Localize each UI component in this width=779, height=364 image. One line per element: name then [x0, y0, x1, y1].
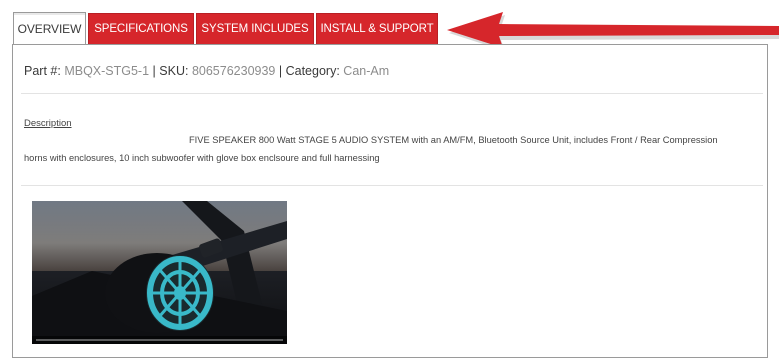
product-meta: Part #: MBQX-STG5-1 | SKU: 806576230939 …	[24, 64, 389, 78]
tab-overview[interactable]: OVERVIEW	[13, 12, 86, 45]
page: OVERVIEW SPECIFICATIONS SYSTEM INCLUDES …	[0, 0, 779, 364]
overview-panel: Part #: MBQX-STG5-1 | SKU: 806576230939 …	[12, 44, 768, 358]
sku-value: 806576230939	[191, 64, 276, 78]
divider	[21, 93, 763, 94]
divider	[21, 185, 763, 186]
tab-install-support[interactable]: INSTALL & SUPPORT	[316, 13, 438, 45]
product-video[interactable]	[32, 201, 287, 344]
speaker-pod-image	[32, 201, 287, 344]
description-heading: Description	[24, 118, 72, 129]
description-text-line-2: horns with enclosures, 10 inch subwoofer…	[24, 153, 380, 163]
part-label: Part #:	[24, 64, 61, 78]
tab-specifications[interactable]: SPECIFICATIONS	[88, 13, 194, 45]
separator: |	[278, 64, 283, 78]
category-label: Category:	[285, 64, 340, 78]
part-number: MBQX-STG5-1	[64, 64, 150, 78]
video-progress-track[interactable]	[36, 339, 283, 341]
sku-label: SKU:	[159, 64, 189, 78]
tab-system-includes[interactable]: SYSTEM INCLUDES	[196, 13, 314, 45]
separator: |	[152, 64, 156, 78]
tab-bar: OVERVIEW SPECIFICATIONS SYSTEM INCLUDES …	[13, 12, 440, 45]
category-value: Can-Am	[343, 64, 390, 78]
description-text-line-1: FIVE SPEAKER 800 Watt STAGE 5 AUDIO SYST…	[189, 135, 718, 145]
